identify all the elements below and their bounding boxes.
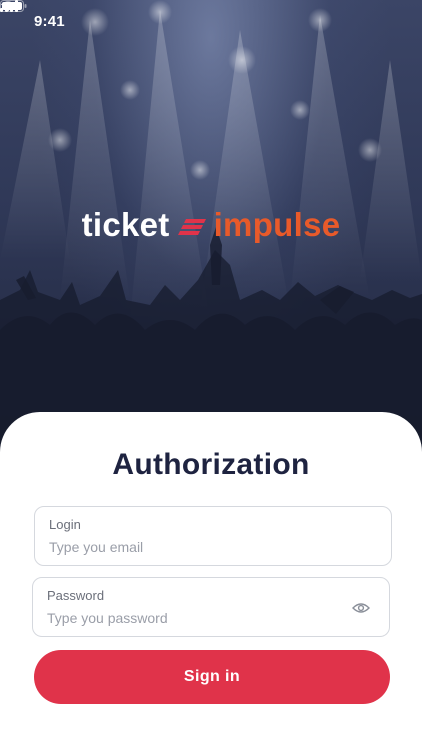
status-time: 9:41	[34, 12, 65, 30]
page-title: Authorization	[112, 448, 310, 481]
brand-mark-icon	[177, 215, 208, 239]
login-field[interactable]: Login	[34, 506, 392, 566]
eye-icon[interactable]	[351, 598, 371, 618]
hero-background: 9:41 ticket impulse	[0, 0, 422, 470]
brand-name-left: ticket	[81, 206, 170, 243]
brand-name-right: impulse	[213, 206, 341, 243]
password-field[interactable]: Password	[32, 577, 390, 637]
sign-in-button[interactable]: Sign in	[34, 650, 390, 704]
password-label: Password	[47, 588, 105, 603]
password-input[interactable]	[47, 608, 347, 628]
email-input[interactable]	[49, 537, 349, 557]
brand-logo: ticket impulse	[0, 206, 422, 244]
login-label: Login	[49, 517, 81, 532]
status-bar: 9:41	[0, 0, 422, 44]
auth-card: Authorization Login Password Sign in	[0, 412, 422, 750]
